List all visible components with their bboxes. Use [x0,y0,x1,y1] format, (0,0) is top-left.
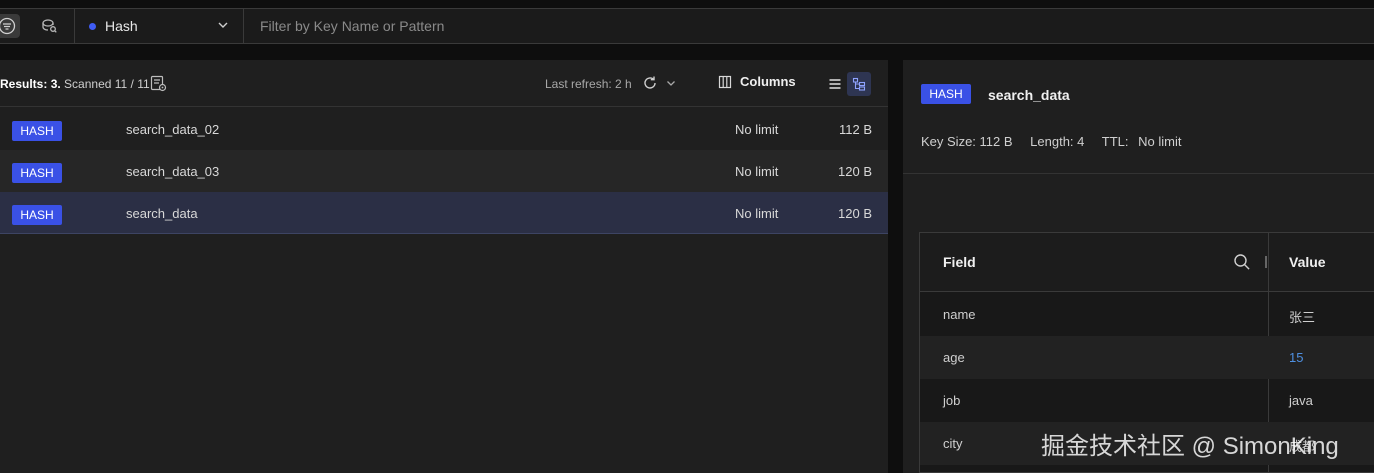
ttl-label: TTL: [1101,134,1129,149]
list-view-button[interactable] [823,72,847,96]
key-list-row[interactable]: HASH search_data_02 No limit 112 B [0,108,888,150]
key-list-row-selected[interactable]: HASH search_data No limit 120 B [0,192,888,234]
columns-icon [718,75,732,88]
key-type-select[interactable]: Hash [74,9,244,43]
list-view-icon [829,79,841,89]
scan-settings-icon[interactable] [150,75,168,93]
scanned-count: Scanned 11 / 11 [64,77,150,91]
detail-divider [903,173,1374,174]
columns-button[interactable]: Columns [718,74,796,89]
value-cell: 15 [1289,350,1304,365]
chevron-down-icon [218,22,228,28]
watermark-text: 掘金技术社区 @ SimonKing [1041,433,1339,460]
key-size: 112 B [838,122,872,137]
key-ttl: No limit [735,206,779,221]
type-color-dot [89,23,96,30]
table-row[interactable]: job java [920,379,1374,422]
key-type-badge: HASH [12,121,62,141]
key-size-info: Key Size: 112 B [921,134,1013,149]
table-header-row: Field Value [920,233,1374,292]
results-count: 3. [50,77,61,91]
column-resize-handle[interactable] [1265,256,1267,268]
key-type-value: Hash [105,18,138,34]
search-index-icon [42,19,57,33]
key-list-header: Results: 3. Scanned 11 / 11 Last refresh… [0,60,888,107]
key-size: 120 B [838,206,872,221]
key-type-badge: HASH [12,163,62,183]
search-icon[interactable] [1233,253,1251,271]
key-ttl: No limit [735,164,779,179]
table-row[interactable]: age 15 [920,336,1374,379]
field-cell: city [943,436,963,451]
key-name: search_data_03 [126,164,220,179]
key-list-panel: Results: 3. Scanned 11 / 11 Last refresh… [0,60,888,473]
value-column-header[interactable]: Value [1289,254,1326,270]
refresh-options-chevron-icon[interactable] [666,78,676,88]
detail-key-name[interactable]: search_data [988,87,1070,103]
key-size: 120 B [838,164,872,179]
field-cell: name [943,307,976,322]
browser-view-toggle[interactable] [0,14,20,38]
ttl-value[interactable]: No limit [1138,134,1181,149]
field-cell: job [943,393,961,408]
columns-label: Columns [740,74,796,89]
key-length-info: Length: 4 [1030,134,1085,149]
detail-type-badge: HASH [921,84,971,104]
search-view-toggle[interactable] [36,14,62,38]
tree-view-button[interactable] [847,72,871,96]
key-name: search_data [126,206,198,221]
key-name: search_data_02 [126,122,220,137]
tree-view-icon [852,77,866,91]
key-filter-input[interactable] [244,9,1374,43]
key-type-badge: HASH [12,205,62,225]
field-cell: age [943,350,965,365]
results-summary: Results: 3. Scanned 11 / 11 [0,77,150,91]
last-refresh-text: Last refresh: 2 h [545,77,632,91]
field-column-header[interactable]: Field [943,254,976,270]
table-row[interactable]: name 张三 [920,293,1374,336]
value-cell: java [1289,393,1313,408]
refresh-icon[interactable] [642,75,658,91]
key-list-row[interactable]: HASH search_data_03 No limit 120 B [0,150,888,192]
key-meta: Key Size: 112 B Length: 4 TTL: No limit [921,134,1195,149]
app-window: Hash Results: 3. Scanned 11 / 11 Last re… [0,0,1374,473]
key-details-panel: HASH search_data Key Size: 112 B Length:… [903,60,1374,473]
filter-list-icon [0,17,16,35]
key-ttl: No limit [735,122,779,137]
filter-bar: Hash [0,8,1374,44]
value-cell: 张三 [1289,310,1316,325]
results-label: Results: [0,77,48,91]
